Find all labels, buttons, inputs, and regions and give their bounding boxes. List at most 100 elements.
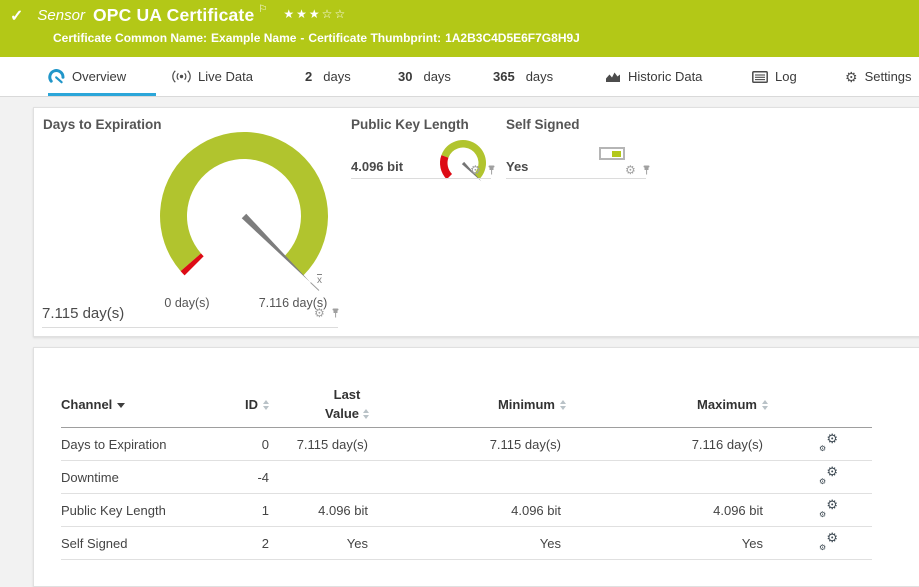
broadcast-icon <box>172 70 191 83</box>
channels-panel: Channel ID Last Value Minimum <box>33 347 919 587</box>
tab-label: days <box>323 69 350 84</box>
channel-id: 1 <box>211 503 269 518</box>
gear-icon: ⚙ <box>826 464 838 480</box>
gear-icon: ⚙ <box>826 497 838 513</box>
gear-icon: ⚙ <box>819 543 826 552</box>
column-header-id[interactable]: ID <box>211 397 269 412</box>
tab-label: Settings <box>865 69 912 84</box>
column-label: Minimum <box>498 397 555 412</box>
pin-icon[interactable] <box>641 165 652 176</box>
channel-name: Days to Expiration <box>61 437 211 452</box>
tab-settings[interactable]: ⚙ Settings <box>845 57 912 96</box>
column-label: ID <box>245 397 258 412</box>
channel-name: Self Signed <box>61 536 211 551</box>
tab-label: Overview <box>72 69 126 84</box>
tab-number: 2 <box>305 69 312 84</box>
gear-icon: ⚙ <box>819 477 826 486</box>
gauge-title-public-key-length: Public Key Length <box>351 117 469 132</box>
channel-actions: ⚙ <box>314 307 341 319</box>
priority-rating[interactable]: ★★★☆☆ <box>283 7 347 21</box>
star-filled-icon[interactable]: ★ <box>283 7 296 21</box>
sort-icon <box>762 400 768 410</box>
tab-label: days <box>423 69 450 84</box>
channel-maximum: Yes <box>572 536 774 551</box>
channel-settings-icon[interactable]: ⚙⚙ <box>819 434 838 451</box>
gauge-icon <box>48 69 65 84</box>
sort-icon <box>560 400 566 410</box>
channel-actions: ⚙ <box>470 164 497 176</box>
cn-value: Example Name <box>211 31 296 45</box>
mean-marker: x <box>317 275 322 286</box>
pin-icon[interactable] <box>486 165 497 176</box>
tab-365-days[interactable]: 365 days <box>493 57 553 96</box>
sensor-subtitle: Certificate Common Name:Example Name-Cer… <box>53 31 584 45</box>
status-ok-icon: ✓ <box>10 6 23 26</box>
sort-caret-icon <box>117 403 125 408</box>
tab-number: 365 <box>493 69 515 84</box>
indicator-state-block <box>612 151 621 157</box>
gear-icon: ⚙ <box>845 70 858 84</box>
channel-settings-icon[interactable]: ⚙⚙ <box>819 500 838 517</box>
divider <box>351 178 491 179</box>
tab-30-days[interactable]: 30days <box>398 57 451 96</box>
channel-maximum: 4.096 bit <box>572 503 774 518</box>
tab-overview[interactable]: Overview <box>48 57 156 96</box>
star-filled-icon[interactable]: ★ <box>296 7 309 21</box>
gear-icon: ⚙ <box>826 530 838 546</box>
channel-minimum: 4.096 bit <box>379 503 572 518</box>
subtitle-separator: - <box>300 31 304 45</box>
channel-settings-icon[interactable]: ⚙⚙ <box>819 467 838 484</box>
column-header-last-value[interactable]: Last Value <box>269 386 379 424</box>
column-label: Last <box>325 386 369 405</box>
public-key-length-value: 4.096 bit <box>351 159 403 174</box>
table-row: Days to Expiration 0 7.115 day(s) 7.115 … <box>61 428 872 461</box>
channel-settings-icon[interactable]: ⚙⚙ <box>819 533 838 550</box>
pin-icon[interactable] <box>330 308 341 319</box>
column-header-minimum[interactable]: Minimum <box>379 397 572 412</box>
self-signed-indicator <box>599 147 625 160</box>
column-label: Value <box>325 405 359 424</box>
area-chart-icon <box>605 70 621 83</box>
column-label: Channel <box>61 397 112 412</box>
channel-id: 2 <box>211 536 269 551</box>
tab-label: Historic Data <box>628 69 702 84</box>
public-key-length-gauge <box>433 133 493 193</box>
gear-icon[interactable]: ⚙ <box>625 164 636 176</box>
channel-last-value: 7.115 day(s) <box>269 437 379 452</box>
cn-label: Certificate Common Name: <box>53 31 207 45</box>
divider <box>506 178 646 179</box>
tab-live-data[interactable]: Live Data <box>172 57 253 96</box>
column-header-maximum[interactable]: Maximum <box>572 397 774 412</box>
tab-log[interactable]: Log <box>752 57 797 96</box>
divider <box>42 327 338 328</box>
tab-label: Log <box>775 69 797 84</box>
tab-historic-data[interactable]: Historic Data <box>605 57 702 96</box>
channel-last-value: Yes <box>269 536 379 551</box>
channel-name: Public Key Length <box>61 503 211 518</box>
gear-icon[interactable]: ⚙ <box>314 307 325 319</box>
gear-icon[interactable]: ⚙ <box>470 164 481 176</box>
flag-icon: ⚐ <box>258 4 267 15</box>
object-kind-label: Sensor <box>37 7 85 24</box>
star-empty-icon[interactable]: ☆ <box>334 7 347 21</box>
channel-maximum: 7.116 day(s) <box>572 437 774 452</box>
table-row: Public Key Length 1 4.096 bit 4.096 bit … <box>61 494 872 527</box>
channel-name: Downtime <box>61 470 211 485</box>
column-header-channel[interactable]: Channel <box>61 397 211 412</box>
tab-2-days[interactable]: 2 days <box>305 57 351 96</box>
column-label: Maximum <box>697 397 757 412</box>
channel-actions: ⚙ <box>625 164 652 176</box>
sensor-header: ✓ Sensor OPC UA Certificate ⚐ ★★★☆☆ Cert… <box>0 0 919 57</box>
tab-bar: Overview Live Data 2days 30days 365days … <box>0 57 919 97</box>
gauge-title-self-signed: Self Signed <box>506 117 580 132</box>
channel-table: Channel ID Last Value Minimum <box>61 382 872 560</box>
gauge-min-label: 0 day(s) <box>152 296 222 310</box>
table-row: Downtime -4 ⚙⚙ <box>61 461 872 494</box>
gear-icon: ⚙ <box>819 444 826 453</box>
tab-label: Live Data <box>198 69 253 84</box>
tab-label: days <box>526 69 553 84</box>
days-to-expiration-value: 7.115 day(s) <box>42 305 124 322</box>
gear-icon: ⚙ <box>819 510 826 519</box>
star-empty-icon[interactable]: ☆ <box>322 7 335 21</box>
star-filled-icon[interactable]: ★ <box>309 7 322 21</box>
